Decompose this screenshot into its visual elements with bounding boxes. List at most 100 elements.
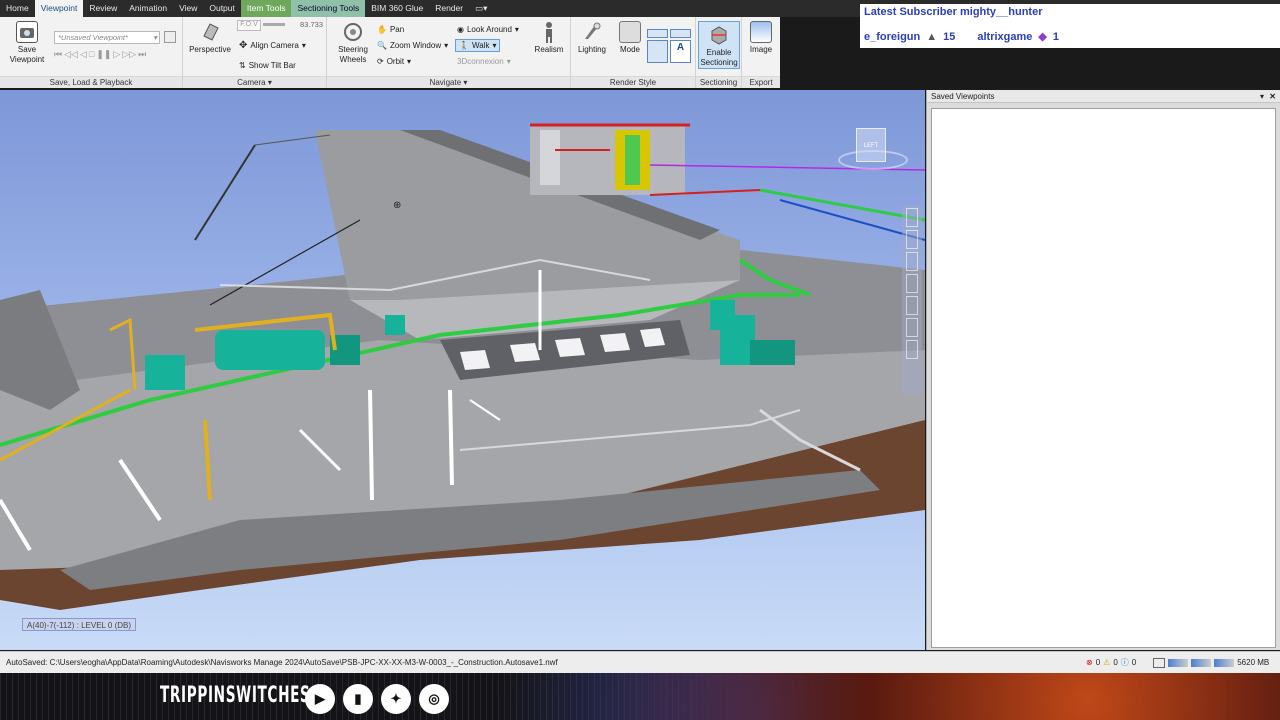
nav-walk-icon[interactable] (906, 318, 918, 337)
camera-icon (16, 21, 38, 43)
mode-button[interactable]: Mode (615, 21, 645, 55)
image-icon (750, 21, 772, 43)
tab-output[interactable]: Output (203, 0, 241, 17)
info-icon[interactable]: ⓘ (1121, 652, 1129, 674)
stream-ticker: e_foreigun ▲ 15 altrixgame ◆ 1 (864, 30, 1059, 44)
instagram-icon[interactable]: ◎ (419, 684, 449, 714)
memory-usage: 5620 MB (1237, 658, 1270, 667)
playback-end-icon[interactable]: ⏭ (138, 49, 146, 61)
look-around-button[interactable]: ◉ Look Around ▾ (457, 23, 519, 36)
tab-viewpoint[interactable]: Viewpoint (34, 0, 84, 17)
nav-zoom-icon[interactable] (906, 252, 918, 271)
ticker-count-1: 15 (943, 30, 956, 43)
tab-bim360-glue[interactable]: BIM 360 Glue (365, 0, 429, 17)
show-tilt-bar-button[interactable]: ⇅ Show Tilt Bar (239, 59, 296, 72)
error-count: 0 (1095, 658, 1101, 667)
error-icon[interactable]: ⊗ (1086, 652, 1093, 674)
saved-viewpoints-title: Saved Viewpoints (931, 92, 995, 101)
twitch-icon[interactable]: ▮ (343, 684, 373, 714)
pin-icon[interactable]: ▾ (1260, 90, 1264, 103)
flashlight-icon (581, 21, 603, 43)
panel-title-export: Export (742, 76, 780, 88)
lines-icon[interactable] (647, 40, 668, 63)
wireframe-icon[interactable] (647, 29, 668, 38)
shaded-icon[interactable] (670, 29, 691, 38)
ticker-user-1: e_foreigun (864, 30, 921, 43)
viewcube[interactable]: LEFT (830, 122, 914, 182)
viewcube-face[interactable]: LEFT (856, 128, 886, 162)
quick-access-dropdown-icon[interactable]: ▭▾ (469, 0, 493, 17)
panel-sectioning: Enable Sectioning Sectioning (696, 17, 742, 88)
chevron-down-icon: ▾ (492, 41, 497, 50)
3dconnexion-button[interactable]: 3Dconnexion ▾ (457, 55, 511, 68)
zoom-icon: 🔍 (377, 41, 387, 50)
playback-forward-icon[interactable]: ▷▷ (122, 49, 136, 61)
perspective-cube-icon (199, 21, 221, 43)
ticker-user-2: altrixgame (977, 30, 1033, 43)
fov-value[interactable]: 83.733 (289, 20, 323, 31)
fov-slider[interactable] (263, 23, 285, 26)
stream-overlay: Latest Subscriber mighty__hunter e_forei… (860, 4, 1280, 48)
perspective-button[interactable]: Perspective (189, 21, 231, 55)
3d-viewport[interactable]: LEFT ⊕ (0, 90, 925, 650)
tab-review[interactable]: Review (83, 0, 123, 17)
lighting-button[interactable]: Lighting (575, 21, 609, 55)
pan-button[interactable]: ✋ Pan (377, 23, 404, 36)
tab-item-tools[interactable]: Item Tools (240, 0, 292, 17)
playback-pause-icon[interactable]: ❚❚ (96, 49, 111, 61)
panel-title-navigate: Navigate ▾ (327, 76, 570, 88)
tab-animation[interactable]: Animation (123, 0, 173, 17)
chevron-down-icon: ▾ (506, 57, 511, 66)
tab-render[interactable]: Render (429, 0, 469, 17)
sheet-browser-icon[interactable] (1153, 658, 1166, 668)
chevron-down-icon: ▾ (301, 41, 306, 50)
playback-reverse-icon[interactable]: ◁ (80, 49, 87, 61)
playback-start-icon[interactable]: ⏮ (54, 49, 62, 61)
tab-home[interactable]: Home (0, 0, 35, 17)
latest-subscriber-text: Latest Subscriber mighty__hunter (864, 6, 1043, 18)
playback-stop-icon[interactable]: □ (89, 49, 94, 61)
close-icon[interactable]: ✕ (1269, 90, 1276, 103)
nav-steering-wheel-icon[interactable] (906, 208, 918, 227)
tab-sectioning-tools[interactable]: Sectioning Tools (291, 0, 366, 17)
save-viewpoint-button[interactable]: Save Viewpoint (6, 21, 48, 64)
steering-wheels-button[interactable]: Steering Wheels (333, 21, 373, 64)
panel-export: Image Export (742, 17, 780, 88)
playback-play-icon[interactable]: ▷ (113, 49, 120, 61)
web-progress-icon (1214, 659, 1235, 667)
render-style-grid: A (647, 29, 691, 63)
image-export-button[interactable]: Image (744, 21, 778, 55)
walk-button[interactable]: 🚶 Walk ▾ (455, 39, 501, 52)
realism-button[interactable]: Realism (531, 21, 567, 55)
zoom-window-button[interactable]: 🔍 Zoom Window ▾ (377, 39, 448, 52)
saved-viewpoints-panel: Saved Viewpoints ▾ ✕ (926, 90, 1280, 650)
person-icon (538, 21, 560, 43)
ribbon: Save Viewpoint *Unsaved Viewpoint* ▾ ⏮ ◁… (0, 17, 780, 88)
youtube-icon[interactable]: ▶ (305, 684, 335, 714)
nav-orbit-icon[interactable] (906, 274, 918, 293)
orbit-icon: ⟳ (377, 57, 384, 66)
fov-label: F.O.V (237, 20, 261, 31)
saved-viewpoints-list[interactable] (931, 108, 1276, 648)
warning-icon[interactable]: ⚠ (1103, 652, 1110, 674)
twitter-icon[interactable]: ✦ (381, 684, 411, 714)
render-mode-icon (619, 21, 641, 43)
enable-sectioning-button[interactable]: Enable Sectioning (698, 21, 740, 69)
status-bar: AutoSaved: C:\Users\eogha\AppData\Roamin… (0, 651, 1280, 673)
steering-wheel-icon (342, 21, 364, 43)
disk-progress-icon (1191, 659, 1212, 667)
panel-save-load-playback: Save Viewpoint *Unsaved Viewpoint* ▾ ⏮ ◁… (0, 17, 183, 88)
orbit-button[interactable]: ⟳ Orbit ▾ (377, 55, 411, 68)
nav-pan-icon[interactable] (906, 230, 918, 249)
nav-look-icon[interactable] (906, 296, 918, 315)
hand-icon: ✋ (377, 25, 387, 34)
status-indicators: ⊗ 0 ⚠ 0 ⓘ 0 5620 MB (1086, 652, 1269, 674)
nav-select-icon[interactable] (906, 340, 918, 359)
tab-view[interactable]: View (173, 0, 203, 17)
viewpoint-settings-icon[interactable] (164, 31, 176, 43)
viewpoint-select[interactable]: *Unsaved Viewpoint* ▾ (54, 31, 160, 44)
playback-back-icon[interactable]: ◁◁ (64, 49, 78, 61)
text-icon[interactable]: A (670, 40, 691, 63)
align-camera-button[interactable]: ✥ Align Camera ▾ (239, 39, 306, 52)
panel-navigate: Steering Wheels ✋ Pan 🔍 Zoom Window ▾ ⟳ Orbi… (327, 17, 571, 88)
